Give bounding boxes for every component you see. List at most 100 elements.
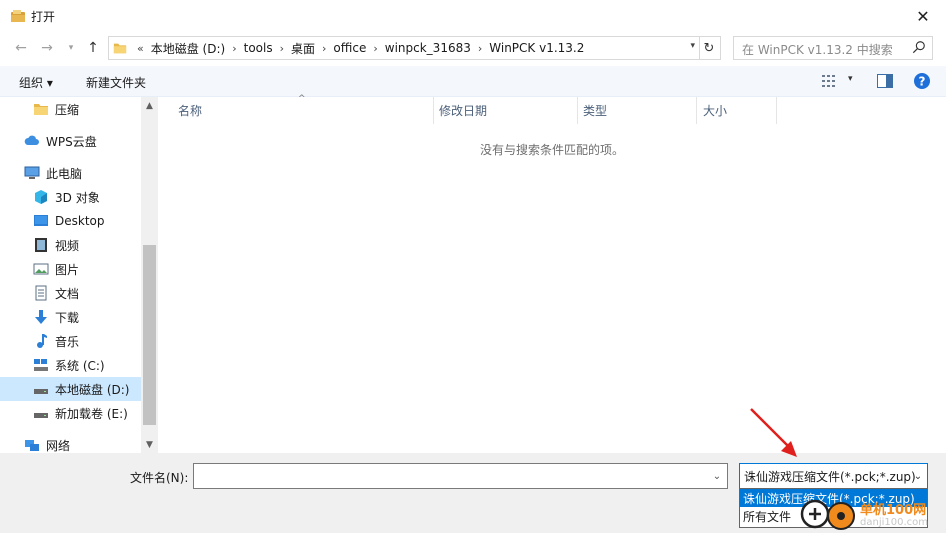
watermark: 单机100网 danji100.com [796,498,946,533]
filename-field[interactable]: ⌄ [193,463,728,489]
preview-pane-icon[interactable] [877,74,893,88]
annotation-arrow-icon [750,408,797,457]
sidebar-item-desktop[interactable]: Desktop [0,209,158,233]
network-icon [25,440,39,451]
sidebar-item-label: WPS云盘 [46,134,97,149]
open-folder-icon [11,10,25,22]
sidebar-item-label: 图片 [55,262,80,277]
sidebar-item-compress[interactable]: 压缩 [0,97,158,121]
documents-icon [35,285,47,301]
sidebar-item-label: 3D 对象 [55,190,100,205]
chevron-right-icon[interactable]: › [318,42,330,55]
sidebar-item-label: 新加载卷 (E:) [55,406,128,421]
window-title: 打开 [31,10,56,24]
sidebar-item-label: 压缩 [55,102,80,117]
watermark-site: 单机100网 [860,503,927,518]
navigation-pane: 压缩 WPS云盘 此电脑 3D 对象 Desktop 视频 图片 文档 下载 音… [0,97,158,453]
folder-icon [113,43,127,54]
crumb-office[interactable]: office [330,41,369,55]
sidebar-item-3d-objects[interactable]: 3D 对象 [0,185,158,209]
watermark-logo-icon [800,499,855,530]
recent-locations-icon[interactable]: ▾ [60,37,82,59]
sidebar-item-label: 网络 [46,438,71,453]
help-icon[interactable]: ? [913,72,931,90]
close-icon: ✕ [916,6,930,26]
sidebar-item-pictures[interactable]: 图片 [0,257,158,281]
empty-message: 没有与搜索条件匹配的项。 [480,143,625,157]
sidebar-item-label: 文档 [55,286,80,301]
download-icon [35,310,47,324]
organize-button[interactable]: 组织 ▾ [19,74,53,91]
sidebar-item-downloads[interactable]: 下载 [0,305,158,329]
filename-label: 文件名(N): [130,471,189,485]
video-icon [35,238,47,252]
breadcrumb: « 本地磁盘 (D:) › tools › 桌面 › office › winp… [109,37,587,59]
forward-arrow-icon[interactable]: → [36,37,58,59]
drive-icon [34,413,48,418]
drive-icon [34,389,48,394]
system-drive-icon [34,359,48,371]
chevron-down-icon[interactable]: ⌄ [707,464,727,488]
sidebar-item-label: 此电脑 [46,166,83,181]
scroll-down-icon[interactable]: ▼ [141,436,158,453]
overflow-chevron-icon[interactable]: « [133,42,148,55]
refresh-button[interactable]: ↻ [698,36,721,60]
crumb-current[interactable]: WinPCK v1.13.2 [486,41,587,55]
sidebar-scrollbar[interactable]: ▲ ▼ [141,97,158,453]
sidebar-item-network[interactable]: 网络 [0,433,158,453]
back-arrow-icon[interactable]: ← [10,37,32,59]
up-arrow-icon[interactable]: ↑ [82,37,104,59]
column-header-size[interactable]: 大小 [697,97,777,124]
address-dropdown-icon[interactable]: ▾ [690,41,695,51]
crumb-winpck[interactable]: winpck_31683 [382,41,474,55]
sidebar-item-drive-d[interactable]: 本地磁盘 (D:) [0,377,158,401]
sidebar-item-label: 音乐 [55,334,80,349]
3d-objects-icon [35,190,47,204]
sidebar-item-label: 下载 [55,310,80,325]
title-bar: 打开 ✕ [0,0,946,32]
column-header-name[interactable]: 名称 [158,97,434,124]
desktop-icon [34,215,48,226]
new-folder-button[interactable]: 新建文件夹 [86,74,146,91]
chevron-right-icon[interactable]: › [276,42,288,55]
svg-text:?: ? [919,75,926,89]
sidebar-item-label: Desktop [55,214,105,228]
close-button[interactable]: ✕ [900,0,946,32]
watermark-url: danji100.com [860,517,928,528]
sidebar-item-documents[interactable]: 文档 [0,281,158,305]
crumb-tools[interactable]: tools [241,41,276,55]
music-icon [37,334,47,348]
command-toolbar: 组织 ▾ 新建文件夹 ▾ ? [0,66,946,97]
column-header-modified[interactable]: 修改日期 [434,97,578,124]
scroll-up-icon[interactable]: ▲ [141,97,158,114]
view-options-icon[interactable] [822,74,838,88]
column-header-type[interactable]: 类型 [578,97,697,124]
chevron-right-icon[interactable]: › [369,42,381,55]
view-dropdown-icon[interactable]: ▾ [848,74,853,84]
sidebar-item-label: 系统 (C:) [55,358,105,373]
crumb-desktop[interactable]: 桌面 [288,40,318,57]
folder-icon [34,104,48,115]
sidebar-item-drive-c[interactable]: 系统 (C:) [0,353,158,377]
sidebar-item-wps-cloud[interactable]: WPS云盘 [0,129,158,153]
sidebar-item-label: 视频 [55,238,80,253]
sidebar-item-music[interactable]: 音乐 [0,329,158,353]
refresh-icon: ↻ [703,40,715,56]
sidebar-item-label: 本地磁盘 (D:) [55,382,130,397]
chevron-right-icon[interactable]: › [228,42,240,55]
filetype-selected: 诛仙游戏压缩文件(*.pck;*.zup) [744,469,916,484]
search-box[interactable]: 在 WinPCK v1.13.2 中搜索 [733,36,933,60]
address-bar[interactable]: « 本地磁盘 (D:) › tools › 桌面 › office › winp… [108,36,700,60]
sidebar-item-videos[interactable]: 视频 [0,233,158,257]
sidebar-item-drive-e[interactable]: 新加载卷 (E:) [0,401,158,425]
search-input[interactable]: 在 WinPCK v1.13.2 中搜索 [742,41,893,58]
chevron-down-icon[interactable]: ⌄ [909,464,927,488]
sidebar-item-this-pc[interactable]: 此电脑 [0,161,158,185]
file-list[interactable]: ^ 名称 修改日期 类型 大小 没有与搜索条件匹配的项。 [158,94,946,453]
computer-icon [24,166,40,179]
crumb-drive[interactable]: 本地磁盘 (D:) [148,40,228,57]
scrollbar-thumb[interactable] [143,245,156,425]
search-icon[interactable] [912,40,926,54]
chevron-right-icon[interactable]: › [474,42,486,55]
filetype-select[interactable]: 诛仙游戏压缩文件(*.pck;*.zup) ⌄ [739,463,928,489]
